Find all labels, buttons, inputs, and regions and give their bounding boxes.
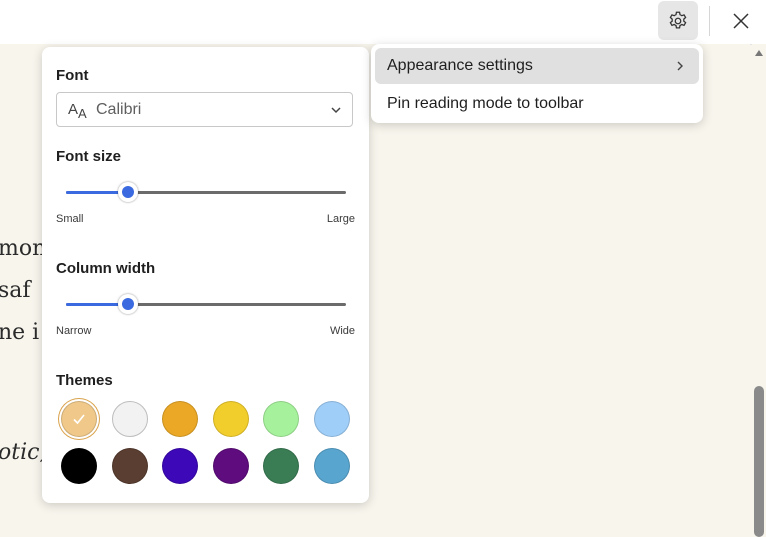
appearance-settings-panel: Font A A Calibri Font size Small Large C… [42, 47, 369, 503]
theme-swatch[interactable] [314, 401, 350, 437]
font-size-max-label: Large [326, 213, 355, 225]
font-aa-icon: A A [68, 99, 90, 121]
svg-text:A: A [78, 106, 87, 120]
slider-thumb[interactable] [118, 182, 138, 202]
gear-icon [669, 11, 687, 29]
column-width-label: Column width [56, 260, 156, 277]
themes-label: Themes [56, 372, 113, 389]
checkmark-icon [73, 414, 85, 425]
theme-swatch[interactable] [61, 448, 97, 484]
column-width-max-label: Wide [329, 325, 355, 337]
theme-swatch[interactable] [162, 401, 199, 437]
menu-item-label: Appearance settings [387, 57, 533, 74]
chevron-right-icon [677, 61, 683, 71]
slider-thumb[interactable] [118, 294, 138, 314]
theme-swatch[interactable] [111, 448, 148, 484]
theme-swatch[interactable] [263, 401, 300, 437]
theme-swatch[interactable] [212, 401, 249, 437]
theme-swatch[interactable] [162, 448, 199, 484]
menu-item-pin-reading-mode[interactable]: Pin reading mode to toolbar [375, 86, 699, 122]
theme-swatch[interactable] [61, 401, 97, 437]
font-size-min-label: Small [56, 213, 84, 225]
theme-swatch[interactable] [314, 448, 350, 484]
reading-mode-toolbar [0, 0, 766, 45]
settings-button[interactable] [658, 1, 698, 40]
chevron-down-icon [331, 107, 341, 114]
svg-text:A: A [68, 101, 78, 118]
scroll-up-arrow-icon[interactable] [755, 50, 763, 56]
theme-swatch[interactable] [212, 448, 249, 484]
font-size-label: Font size [56, 148, 122, 165]
reading-text-line: saf [0, 278, 31, 303]
theme-swatch[interactable] [111, 401, 148, 437]
scrollbar[interactable] [752, 44, 766, 537]
reading-text-line: mon [0, 236, 47, 261]
menu-item-label: Pin reading mode to toolbar [387, 95, 584, 112]
font-label: Font [56, 67, 89, 84]
font-select-value: Calibri [96, 100, 142, 118]
font-select[interactable]: A A Calibri [56, 92, 353, 127]
reading-text-line: otic, [0, 440, 47, 465]
font-size-slider[interactable] [66, 182, 346, 202]
menu-item-appearance-settings[interactable]: Appearance settings [375, 48, 699, 84]
scrollbar-thumb[interactable] [754, 386, 764, 537]
column-width-slider[interactable] [66, 294, 346, 314]
settings-menu: Appearance settings Pin reading mode to … [371, 44, 703, 123]
close-icon [733, 13, 749, 29]
column-width-min-label: Narrow [56, 325, 92, 337]
toolbar-divider [709, 6, 710, 36]
reading-text-line: ne i [0, 320, 40, 345]
theme-swatch[interactable] [263, 448, 300, 484]
close-button[interactable] [726, 6, 756, 36]
